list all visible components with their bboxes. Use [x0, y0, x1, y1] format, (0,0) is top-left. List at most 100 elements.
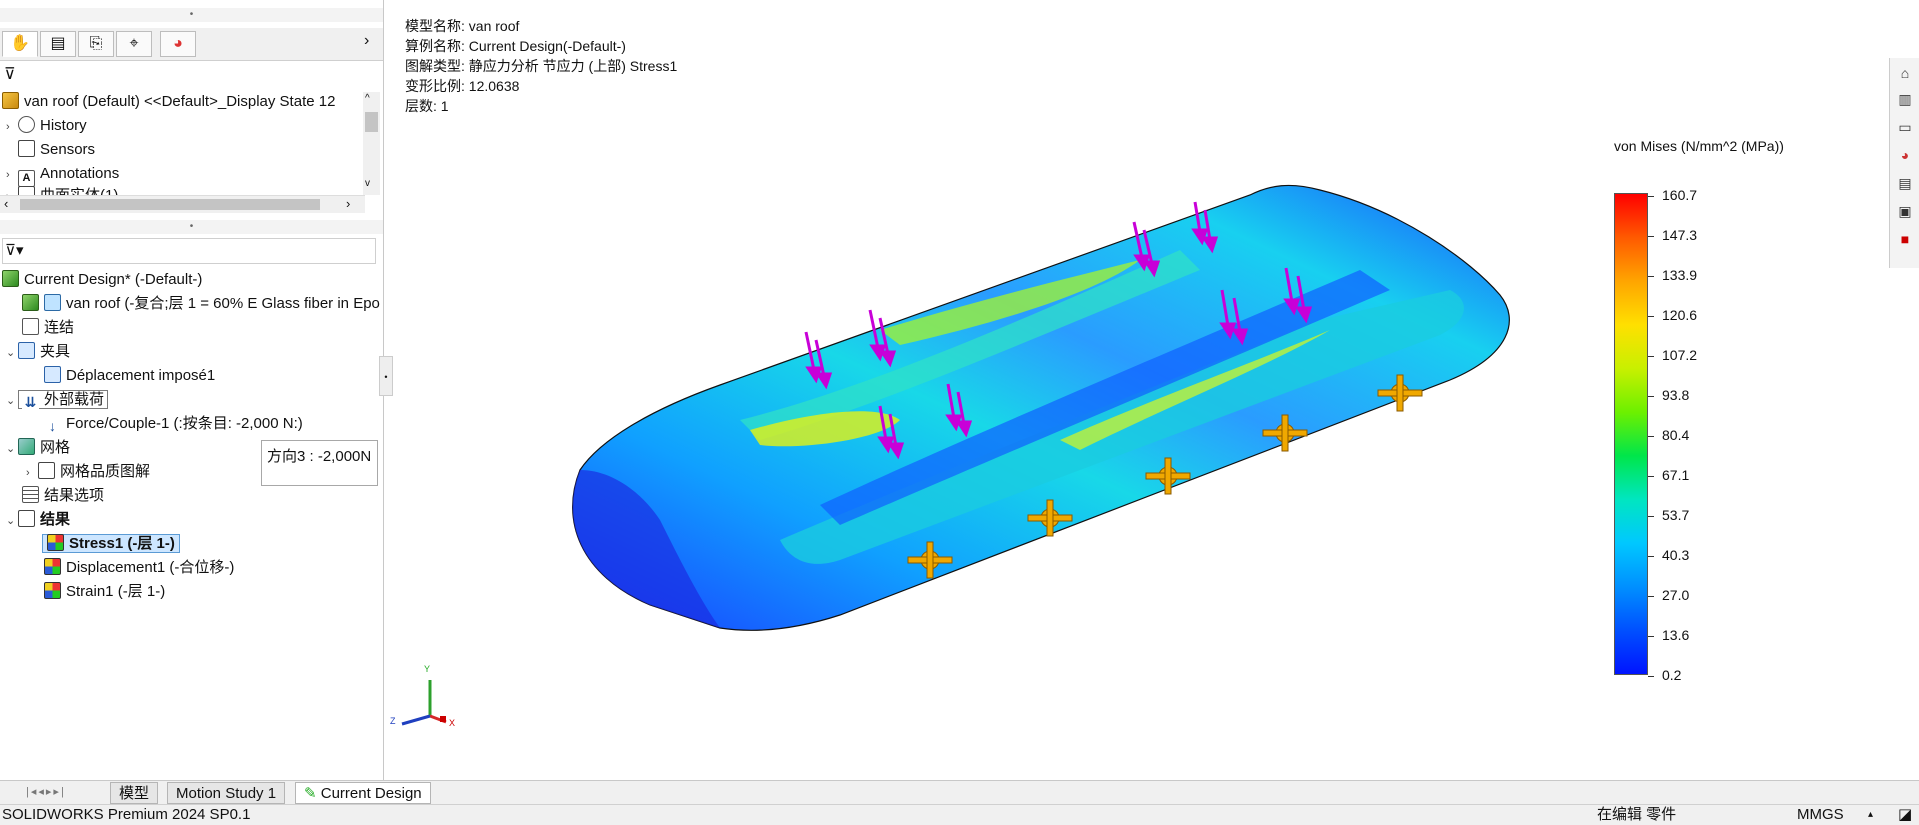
- sim-tree-fixture-item[interactable]: Déplacement imposé1: [44, 365, 215, 387]
- force-label: Force/Couple-1 (:按条目: -2,000 N:): [66, 415, 303, 432]
- view-palette-icon[interactable]: ▣: [1894, 200, 1916, 222]
- tab-display-manager[interactable]: ◕: [160, 31, 196, 57]
- sim-tree-connections[interactable]: 连结: [22, 317, 74, 339]
- feature-tree-root[interactable]: van roof (Default) <<Default>_Display St…: [2, 91, 335, 113]
- legend-tick: [1648, 476, 1654, 477]
- task-pane-tabs: ⌂ ▥ ▭ ◕ ▤ ▣ ■: [1889, 58, 1919, 268]
- external-loads-icon: ⇊: [22, 394, 39, 411]
- sim-tree-part[interactable]: van roof (-复合;层 1 = 60% E Glass fiber in…: [22, 293, 380, 315]
- sim-tree-result-options[interactable]: 结果选项: [22, 485, 104, 507]
- expand-icon[interactable]: ›: [6, 116, 18, 138]
- tab-feature-manager[interactable]: ✋: [2, 31, 38, 57]
- tree-item-annotations[interactable]: › A Annotations: [6, 163, 119, 187]
- filter-icon[interactable]: ⊽: [4, 64, 16, 84]
- tab-motion-study[interactable]: Motion Study 1: [167, 782, 286, 804]
- fixtures-icon: [18, 342, 35, 359]
- sim-tree-result-strain[interactable]: Strain1 (-层 1-): [44, 581, 165, 603]
- tree-item-history[interactable]: › History: [6, 115, 87, 137]
- results-label: 结果: [40, 511, 71, 528]
- feature-manager-icon: ✋: [10, 35, 30, 52]
- display-manager-icon: ◕: [173, 35, 183, 52]
- force-tooltip: 方向3 : -2,000N: [261, 440, 378, 486]
- sim-tree-force[interactable]: ↓ Force/Couple-1 (:按条目: -2,000 N:): [44, 413, 303, 435]
- study-icon: [2, 270, 19, 287]
- tree-item-surface-bodies[interactable]: ›曲面实体(1): [6, 186, 118, 195]
- status-units[interactable]: MMGS: [1797, 805, 1844, 825]
- quick-tips-icon[interactable]: ◪: [1898, 805, 1912, 825]
- tab-dimxpert[interactable]: ⌖: [116, 31, 152, 57]
- collapse-icon[interactable]: ⌄: [6, 438, 18, 460]
- collapse-icon[interactable]: ⌄: [6, 342, 18, 364]
- panel-grip-middle[interactable]: •: [0, 220, 383, 234]
- sim-tree-result-stress[interactable]: Stress1 (-层 1-): [42, 533, 180, 555]
- scroll-up-icon[interactable]: ^: [365, 93, 370, 104]
- solidworks-forum-icon[interactable]: ■: [1894, 228, 1916, 250]
- sim-tree-mesh-quality[interactable]: › 网格品质图解: [26, 461, 150, 483]
- result-plot-icon: [44, 582, 61, 599]
- appearances-icon[interactable]: ◕: [1894, 144, 1916, 166]
- result-label: Stress1 (-层 1-): [69, 535, 175, 552]
- simulation-filter[interactable]: ⊽▾: [2, 238, 376, 264]
- legend-value: 13.6: [1662, 627, 1690, 643]
- legend-tick: [1648, 236, 1654, 237]
- file-explorer-icon[interactable]: ▭: [1894, 116, 1916, 138]
- scroll-thumb[interactable]: [365, 112, 378, 132]
- sim-tree-study[interactable]: Current Design* (-Default-): [2, 269, 202, 291]
- property-manager-icon: ▤: [50, 35, 66, 52]
- material-icon: [22, 294, 39, 311]
- collapse-icon[interactable]: ⌄: [6, 510, 18, 532]
- expand-icon[interactable]: ›: [26, 462, 38, 484]
- status-app-name: SOLIDWORKS Premium 2024 SP0.1: [2, 806, 251, 823]
- sim-tree-fixtures[interactable]: ⌄ 夹具: [6, 341, 70, 363]
- legend-value: 27.0: [1662, 587, 1690, 603]
- legend-tick: [1648, 396, 1654, 397]
- design-library-icon[interactable]: ▥: [1894, 88, 1916, 110]
- filter-dropdown-icon[interactable]: ⊽▾: [5, 241, 24, 259]
- scroll-down-icon[interactable]: v: [365, 178, 370, 189]
- collapse-icon[interactable]: ⌄: [6, 390, 18, 412]
- result-plot-icon: [44, 558, 61, 575]
- tree-item-label: 曲面实体(1): [40, 187, 118, 195]
- scroll-right-icon[interactable]: ›: [346, 196, 350, 211]
- tree-item-sensors[interactable]: Sensors: [6, 139, 95, 161]
- legend-value: 40.3: [1662, 547, 1690, 563]
- sensors-icon: [18, 140, 35, 157]
- tab-current-design-label: Current Design: [320, 785, 422, 802]
- tab-configuration-manager[interactable]: ⎘: [78, 31, 114, 57]
- sim-tree-results[interactable]: ⌄ 结果: [6, 509, 70, 531]
- part-icon: [2, 92, 19, 109]
- status-bar: SOLIDWORKS Premium 2024 SP0.1 在编辑 零件 MMG…: [0, 804, 1919, 825]
- result-options-icon: [22, 486, 39, 503]
- tab-current-design[interactable]: ✎ Current Design: [295, 782, 431, 804]
- tooltip-text: 方向3 : -2,000N: [267, 448, 372, 465]
- axis-triad: [401, 680, 447, 726]
- chevron-right-icon[interactable]: ›: [364, 32, 369, 50]
- sim-tree-mesh[interactable]: ⌄ 网格: [6, 437, 70, 459]
- scroll-left-icon[interactable]: ‹: [4, 196, 8, 211]
- fixture-icon: [44, 366, 61, 383]
- tab-model[interactable]: 模型: [110, 782, 159, 804]
- tab-property-manager[interactable]: ▤: [40, 31, 76, 57]
- study-label: Current Design* (-Default-): [24, 271, 203, 288]
- legend-value: 160.7: [1662, 187, 1698, 203]
- tree-vertical-scrollbar[interactable]: ^ v: [363, 92, 380, 195]
- custom-properties-icon[interactable]: ▤: [1894, 172, 1916, 194]
- legend-tick: [1648, 196, 1654, 197]
- legend-value: 107.2: [1662, 347, 1698, 363]
- tree-horizontal-scrollbar[interactable]: ‹ ›: [0, 195, 365, 213]
- results-folder-icon: [18, 510, 35, 527]
- units-dropdown-icon[interactable]: ▴: [1868, 805, 1873, 825]
- left-pane: • ✋ ▤ ⎘ ⌖ ◕ › ⊽ van roof (Default) <<Def…: [0, 0, 384, 780]
- panel-grip-top[interactable]: •: [0, 8, 383, 22]
- sim-tree-external-loads[interactable]: ⌄ ⇊ 外部载荷: [6, 389, 109, 412]
- legend-color-bar: [1614, 193, 1648, 675]
- scroll-thumb[interactable]: [20, 199, 320, 210]
- sim-tree-result-displacement[interactable]: Displacement1 (-合位移-): [44, 557, 234, 579]
- home-icon[interactable]: ⌂: [1894, 62, 1916, 84]
- model-viewport[interactable]: [384, 0, 1884, 780]
- tab-scroll-icons[interactable]: |◂◂▸▸|: [26, 785, 66, 798]
- expand-icon[interactable]: ›: [6, 164, 18, 186]
- annotations-icon: A: [18, 170, 35, 187]
- part-body-icon: [44, 294, 61, 311]
- legend-tick: [1648, 316, 1654, 317]
